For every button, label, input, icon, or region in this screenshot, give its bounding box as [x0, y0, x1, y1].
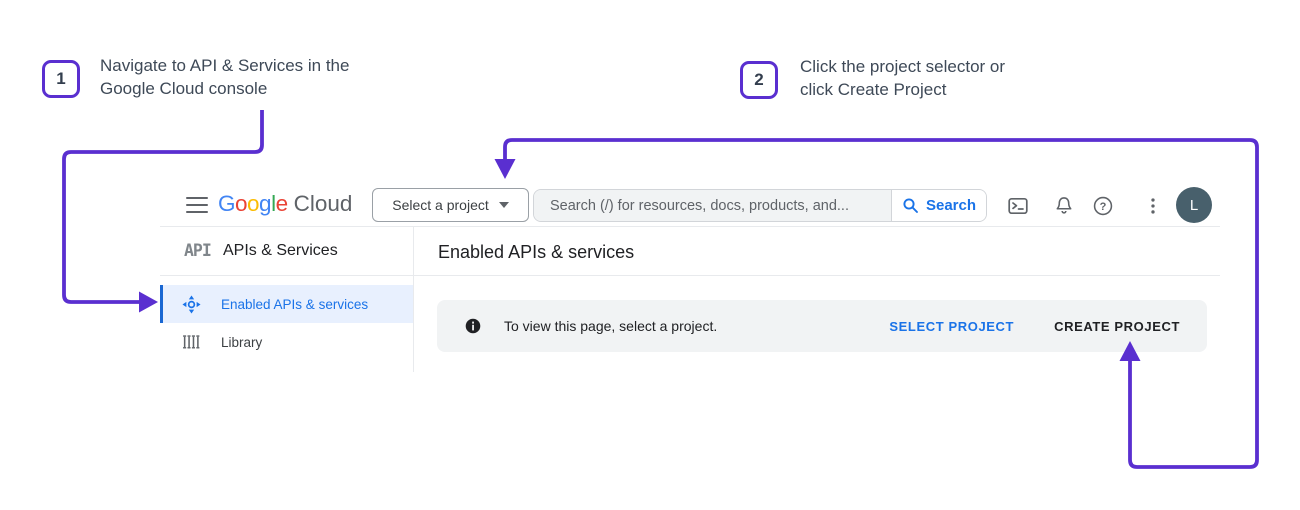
menu-hamburger-icon[interactable] — [186, 197, 208, 213]
more-vertical-dots-icon[interactable] — [1142, 195, 1164, 217]
search-button[interactable]: Search — [891, 190, 986, 221]
step-2-number: 2 — [754, 70, 763, 90]
help-question-icon[interactable]: ? — [1092, 195, 1114, 217]
step-2-line-1: Click the project selector or — [800, 55, 1005, 78]
create-project-button[interactable]: CREATE PROJECT — [1052, 313, 1182, 340]
notifications-bell-icon[interactable] — [1053, 195, 1075, 217]
sidebar-title: APIs & Services — [223, 242, 338, 260]
avatar-initial: L — [1190, 197, 1198, 214]
select-project-notice: To view this page, select a project. SEL… — [437, 300, 1207, 352]
magnifier-icon — [902, 197, 919, 214]
google-logo-wordmark: Google — [218, 191, 288, 217]
sidebar-item-label: Library — [221, 335, 262, 350]
sidebar-item-enabled-apis[interactable]: Enabled APIs & services — [160, 285, 413, 323]
step-1-line-1: Navigate to API & Services in the — [100, 54, 349, 77]
svg-text:?: ? — [1100, 201, 1107, 213]
notice-text: To view this page, select a project. — [504, 318, 717, 334]
global-search-bar: Search — [533, 189, 987, 222]
console-top-bar: Google Cloud Select a project Search — [160, 183, 1220, 227]
page-title: Enabled APIs & services — [438, 242, 634, 263]
step-2-badge: 2 — [740, 61, 778, 99]
google-logo-cloud-text: Cloud — [294, 191, 353, 217]
step-1-instruction: Navigate to API & Services in the Google… — [100, 54, 349, 100]
project-selector-label: Select a project — [392, 197, 489, 213]
step-1-badge: 1 — [42, 60, 80, 98]
page: 1 Navigate to API & Services in the Goog… — [0, 0, 1300, 510]
compass-arrows-icon — [181, 294, 201, 314]
project-selector-button[interactable]: Select a project — [372, 188, 529, 222]
step-2-instruction: Click the project selector or click Crea… — [800, 55, 1005, 101]
sidebar-item-library[interactable]: Library — [160, 323, 413, 361]
step-1-line-2: Google Cloud console — [100, 77, 349, 100]
notice-actions: SELECT PROJECT CREATE PROJECT — [887, 313, 1182, 340]
sidebar-item-label: Enabled APIs & services — [221, 297, 368, 312]
cloud-shell-terminal-icon[interactable] — [1007, 195, 1029, 217]
select-project-button[interactable]: SELECT PROJECT — [887, 313, 1016, 340]
info-circle-icon — [465, 318, 481, 334]
columns-icon — [181, 332, 201, 352]
section-horizontal-divider — [160, 275, 1220, 276]
sidebar-vertical-divider — [413, 227, 414, 372]
step-2-line-2: click Create Project — [800, 78, 1005, 101]
account-avatar[interactable]: L — [1176, 187, 1212, 223]
api-product-logo: API — [184, 241, 211, 260]
search-input[interactable] — [534, 190, 891, 221]
caret-down-icon — [499, 202, 509, 208]
search-button-label: Search — [926, 197, 976, 214]
step-1-number: 1 — [56, 69, 65, 89]
google-cloud-logo: Google Cloud — [218, 191, 352, 217]
